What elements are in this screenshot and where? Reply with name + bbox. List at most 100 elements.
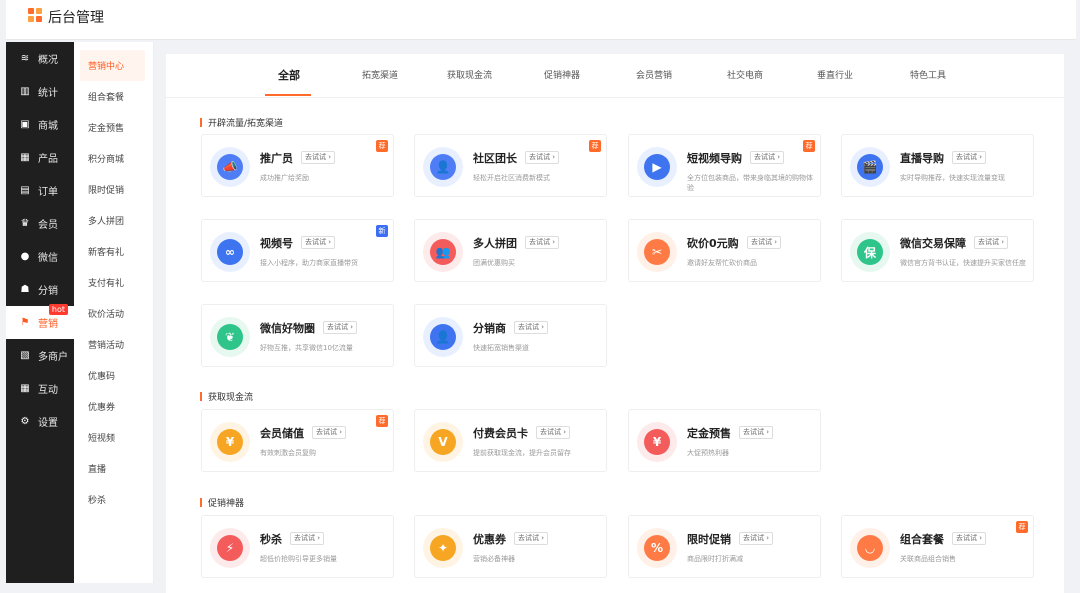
try-button[interactable]: 去试试 › — [301, 236, 336, 249]
feature-card[interactable]: 👤 分销商 去试试 › 快速拓宽销售渠道 — [414, 304, 607, 367]
sidebar-item-5[interactable]: ♛ 会员 — [6, 207, 74, 240]
feature-card[interactable]: ✦ 优惠券 去试试 › 营销必备神器 — [414, 515, 607, 578]
try-button[interactable]: 去试试 › — [514, 321, 549, 334]
submenu-item-7[interactable]: 支付有礼 — [74, 267, 153, 298]
try-button[interactable]: 去试试 › — [514, 532, 549, 545]
try-button[interactable]: 去试试 › — [750, 151, 785, 164]
wechat-icon: ● — [20, 251, 30, 262]
sidebar-item-11[interactable]: ⚙ 设置 — [6, 405, 74, 438]
submenu-item-0[interactable]: 营销中心 — [80, 50, 145, 81]
active-tab-indicator — [265, 94, 311, 96]
try-button[interactable]: 去试试 › — [290, 532, 325, 545]
tab-6[interactable]: 垂直行业 — [817, 68, 853, 81]
feature-card[interactable]: V 付费会员卡 去试试 › 提前获取现金流，提升会员留存 — [414, 409, 607, 472]
feature-card[interactable]: ¥ 会员储值 去试试 › 有效刺激会员复购 荐 — [201, 409, 394, 472]
sidebar-item-7[interactable]: ☗ 分销 — [6, 273, 74, 306]
group-icon: 👥 — [423, 232, 463, 272]
try-button[interactable]: 去试试 › — [952, 151, 987, 164]
sidebar-item-2[interactable]: ▣ 商城 — [6, 108, 74, 141]
sidebar-item-10[interactable]: ▦ 互动 — [6, 372, 74, 405]
flag-icon: ⚑ — [20, 317, 30, 328]
feature-card[interactable]: 🎬 直播导购 去试试 › 实时导购推荐，快速实现流量变现 — [841, 134, 1034, 197]
clapper-icon: 🎬 — [850, 147, 890, 187]
card-description: 接入小程序，助力商家直播带货 — [260, 259, 358, 267]
try-button[interactable]: 去试试 › — [974, 236, 1009, 249]
sidebar-item-8[interactable]: ⚑ 营销 hot — [6, 304, 74, 339]
feature-card[interactable]: ∞ 视频号 去试试 › 接入小程序，助力商家直播带货 新 — [201, 219, 394, 282]
try-button[interactable]: 去试试 › — [525, 236, 560, 249]
submenu-item-12[interactable]: 短视频 — [74, 422, 153, 453]
submenu-item-8[interactable]: 砍价活动 — [74, 298, 153, 329]
card-title: 推广员 — [260, 152, 293, 165]
tab-5[interactable]: 社交电商 — [727, 68, 763, 81]
card-description: 大促预热利器 — [687, 449, 729, 457]
bag-icon: ◡ — [850, 528, 890, 568]
try-button[interactable]: 去试试 › — [739, 426, 774, 439]
icon-glyph: 👤 — [435, 330, 451, 344]
sidebar-item-1[interactable]: ▥ 统计 — [6, 75, 74, 108]
feature-card[interactable]: ¥ 定金预售 去试试 › 大促预热利器 — [628, 409, 821, 472]
feature-card[interactable]: ▶ 短视频导购 去试试 › 全方位包装商品，带来身临其境的购物体验 荐 — [628, 134, 821, 197]
sidebar-item-6[interactable]: ● 微信 — [6, 240, 74, 273]
submenu-item-3[interactable]: 积分商城 — [74, 143, 153, 174]
card-description: 邀请好友帮忙砍价商品 — [687, 259, 757, 267]
crown-icon: ♛ — [20, 218, 30, 229]
section-title: 开辟流量/拓宽渠道 — [200, 116, 283, 129]
tab-7[interactable]: 特色工具 — [910, 68, 946, 81]
submenu-item-11[interactable]: 优惠券 — [74, 391, 153, 422]
submenu-item-9[interactable]: 营销活动 — [74, 329, 153, 360]
card-title: 视频号 — [260, 237, 293, 250]
tab-4[interactable]: 会员营销 — [636, 68, 672, 81]
feature-card[interactable]: 👤 社区团长 去试试 › 轻松开启社区消费新模式 荐 — [414, 134, 607, 197]
try-button[interactable]: 去试试 › — [739, 532, 774, 545]
person-icon: 👤 — [423, 317, 463, 357]
submenu-item-4[interactable]: 限时促销 — [74, 174, 153, 205]
sidebar-item-3[interactable]: ▦ 产品 — [6, 141, 74, 174]
feature-card[interactable]: 保 微信交易保障 去试试 › 微信官方背书认证，快速提升买家信任度 — [841, 219, 1034, 282]
feature-card[interactable]: ◡ 组合套餐 去试试 › 关联商品组合销售 荐 — [841, 515, 1034, 578]
sidebar-item-0[interactable]: ≋ 概况 — [6, 42, 74, 75]
try-button[interactable]: 去试试 › — [301, 151, 336, 164]
discount-icon: % — [637, 528, 677, 568]
tab-1[interactable]: 拓宽渠道 — [362, 68, 398, 81]
card-title: 微信好物圈 — [260, 322, 315, 335]
feature-card[interactable]: % 限时促销 去试试 › 商品限时打折满减 — [628, 515, 821, 578]
try-button[interactable]: 去试试 › — [952, 532, 987, 545]
sidebar-item-9[interactable]: ▧ 多商户 — [6, 339, 74, 372]
sidebar-item-4[interactable]: ▤ 订单 — [6, 174, 74, 207]
try-button[interactable]: 去试试 › — [525, 151, 560, 164]
icon-glyph: 保 — [863, 245, 876, 260]
submenu-item-1[interactable]: 组合套餐 — [74, 81, 153, 112]
submenu-item-6[interactable]: 新客有礼 — [74, 236, 153, 267]
submenu-item-5[interactable]: 多人拼团 — [74, 205, 153, 236]
submenu-item-14[interactable]: 秒杀 — [74, 484, 153, 515]
primary-sidebar: ≋ 概况 ▥ 统计 ▣ 商城 ▦ 产品 ▤ 订单 ♛ 会员 ● 微信 ☗ 分销 ⚑ 营销 hot ▧ 多商户 ▦ 互动 ⚙ 设置 — [6, 42, 74, 583]
submenu-item-13[interactable]: 直播 — [74, 453, 153, 484]
sidebar-item-label: 营销 — [38, 319, 58, 330]
recommend-badge: 荐 — [1016, 521, 1028, 533]
tab-0[interactable]: 全部 — [278, 67, 300, 83]
try-button[interactable]: 去试试 › — [312, 426, 347, 439]
card-title: 短视频导购 — [687, 152, 742, 165]
try-button[interactable]: 去试试 › — [536, 426, 571, 439]
sidebar-item-label: 订单 — [38, 187, 58, 198]
sidebar-item-label: 会员 — [38, 220, 58, 231]
submenu-item-2[interactable]: 定金预售 — [74, 112, 153, 143]
feature-card[interactable]: ❦ 微信好物圈 去试试 › 好物互推，共享微信10亿流量 — [201, 304, 394, 367]
feature-card[interactable]: ✂ 砍价0元购 去试试 › 邀请好友帮忙砍价商品 — [628, 219, 821, 282]
tab-3[interactable]: 促销神器 — [544, 68, 580, 81]
card-title: 限时促销 — [687, 533, 731, 546]
card-title: 分销商 — [473, 322, 506, 335]
tab-2[interactable]: 获取现金流 — [447, 68, 492, 81]
card-description: 快速拓宽销售渠道 — [473, 344, 529, 352]
feature-card[interactable]: ⚡ 秒杀 去试试 › 超低价抢购引导更多销量 — [201, 515, 394, 578]
icon-glyph: ◡ — [865, 541, 875, 555]
feature-card[interactable]: 📣 推广员 去试试 › 成功推广给奖励 荐 — [201, 134, 394, 197]
try-button[interactable]: 去试试 › — [747, 236, 782, 249]
card-description: 商品限时打折满减 — [687, 555, 743, 563]
submenu-item-10[interactable]: 优惠码 — [74, 360, 153, 391]
feature-card[interactable]: 👥 多人拼团 去试试 › 团满优惠购买 — [414, 219, 607, 282]
sidebar-item-label: 多商户 — [38, 352, 68, 363]
video-bag-icon: ▶ — [637, 147, 677, 187]
try-button[interactable]: 去试试 › — [323, 321, 358, 334]
